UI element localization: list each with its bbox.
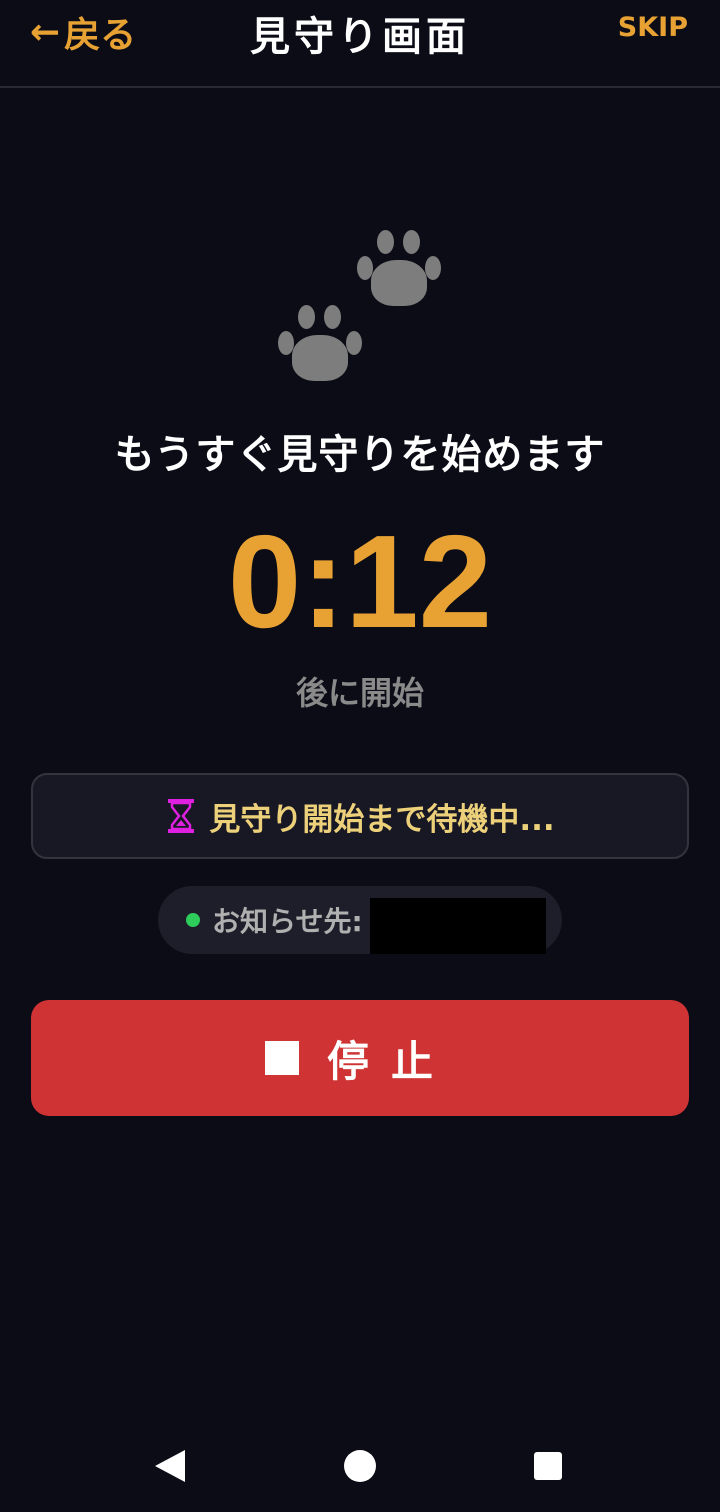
- redacted-recipient: [370, 898, 546, 954]
- nav-home-icon[interactable]: [344, 1450, 376, 1482]
- countdown-timer: 0:12: [227, 508, 493, 655]
- skip-button[interactable]: SKIP: [618, 12, 688, 43]
- status-text: 見守り開始まで待機中...: [209, 801, 555, 838]
- online-status-dot: [186, 913, 200, 927]
- nav-recents-icon[interactable]: [534, 1452, 562, 1480]
- stop-icon: [264, 1041, 299, 1075]
- notify-label: お知らせ先:: [212, 905, 363, 938]
- paw-icon-upper: [355, 230, 445, 310]
- stop-label: 停止: [326, 1036, 455, 1086]
- status-box: 見守り開始まで待機中...: [31, 773, 689, 859]
- paw-prints-icon: [270, 225, 450, 390]
- system-nav-bar: [0, 1420, 720, 1512]
- headline: もうすぐ見守りを始めます: [114, 432, 606, 478]
- notify-recipient: お知らせ先:: [158, 886, 562, 954]
- nav-back-icon[interactable]: [155, 1450, 185, 1482]
- stop-button[interactable]: 停止: [31, 1000, 689, 1116]
- header: ← 戻る 見守り画面 SKIP: [0, 0, 720, 88]
- watch-screen: ← 戻る 見守り画面 SKIP もうすぐ見守りを始めます 0:12 後に開始 見…: [0, 0, 720, 1512]
- hourglass-icon: [168, 799, 195, 833]
- page-title: 見守り画面: [250, 14, 470, 60]
- paw-icon-lower: [276, 305, 366, 385]
- countdown-caption: 後に開始: [295, 674, 424, 712]
